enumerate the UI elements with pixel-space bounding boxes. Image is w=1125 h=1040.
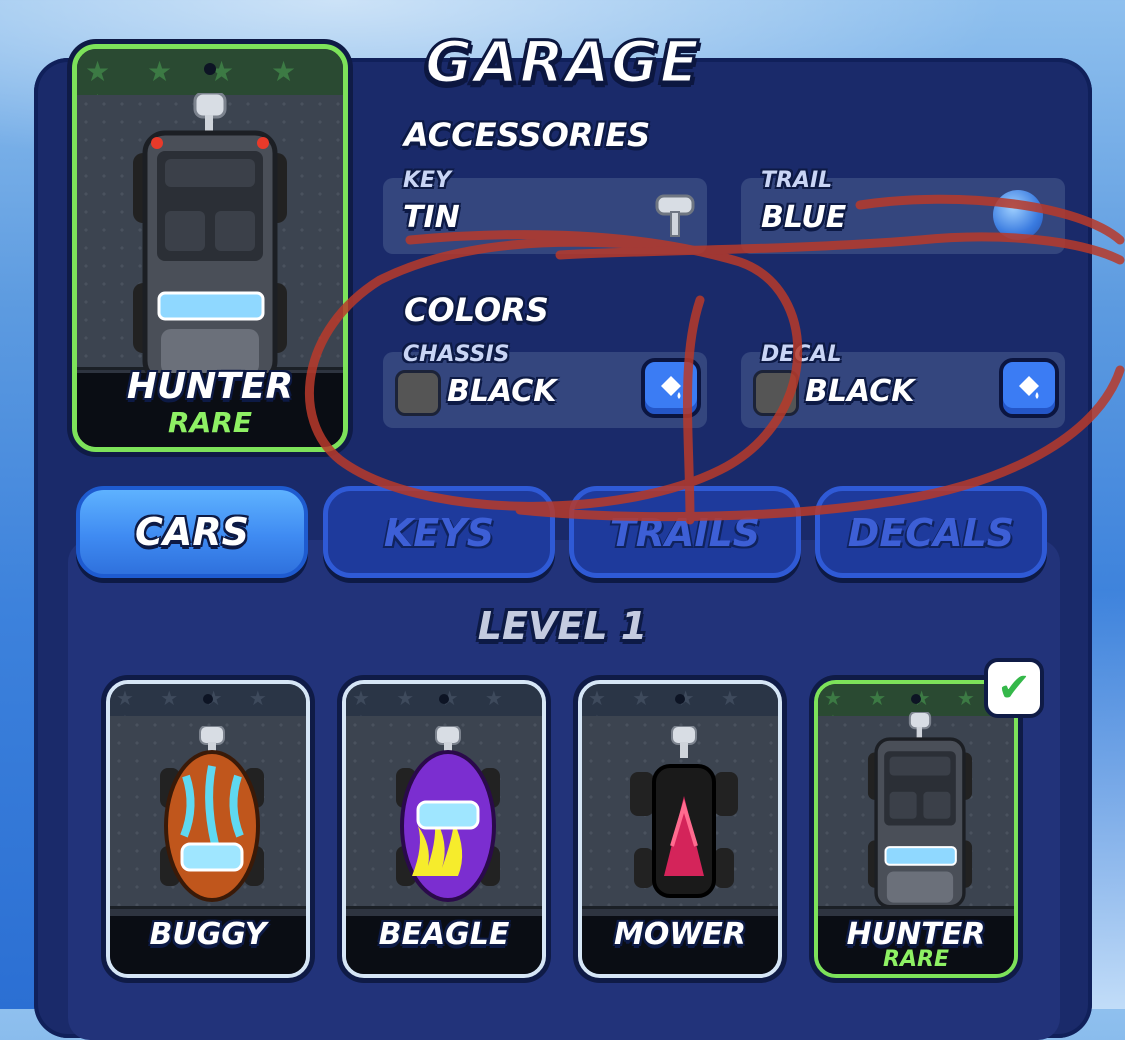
chassis-value: BLACK [447,374,557,409]
blue-blob-icon [993,190,1043,240]
card-hole [675,694,685,704]
chassis-selector[interactable]: CHASSIS BLACK [383,342,707,428]
decal-paint-button[interactable] [999,358,1059,418]
tab-trails-label: TRAILS [609,511,761,555]
key-value: TIN [403,200,460,235]
tab-trails[interactable]: TRAILS [569,486,801,578]
checkmark-icon: ✔ [984,658,1044,718]
car-name: MOWER [613,917,747,952]
level-heading: LEVEL 1 [477,604,648,648]
decal-value: BLACK [805,374,915,409]
card-hole [439,694,449,704]
mower-car-icon [630,726,738,898]
selected-car-name: HUNTER [126,366,294,407]
car-card-buggy[interactable]: ★ ★ ★ ★ ★ BUGGY [106,680,310,978]
paint-bucket-icon [1019,376,1039,399]
chassis-color-swatch [395,370,441,416]
selected-car-card: ★ ★ ★ ★ ★ HUNTER RARE [72,44,348,452]
key-selector[interactable]: KEY TIN [383,168,707,254]
paint-bucket-icon [661,376,681,399]
hunter-car-icon [133,93,287,383]
trail-selector[interactable]: TRAIL BLUE [741,168,1065,254]
accessories-heading: ACCESSORIES [404,116,651,154]
trail-value: BLUE [761,200,847,235]
car-name: BEAGLE [378,917,510,952]
card-hole [911,694,921,704]
car-name: BUGGY [149,917,267,952]
car-card-mower[interactable]: ★ ★ ★ ★ ★ MOWER [578,680,782,978]
card-hole [204,63,216,75]
decal-color-swatch [753,370,799,416]
tab-cars-label: CARS [135,510,249,554]
tab-decals[interactable]: DECALS [815,486,1047,578]
decal-label: DECAL [761,342,842,367]
car-card-beagle[interactable]: ★ ★ ★ ★ ★ BEAGLE [342,680,546,978]
car-card-hunter[interactable]: ★ ★ ★ ★ ★ HUNTER RARE [814,680,1018,978]
beagle-car-icon [396,726,500,902]
wind-up-key-icon [655,194,695,237]
trail-label: TRAIL [761,168,833,193]
decal-selector[interactable]: DECAL BLACK [741,342,1065,428]
hunter-car-icon [867,712,973,908]
colors-heading: COLORS [404,291,549,329]
chassis-label: CHASSIS [403,342,510,367]
tab-keys[interactable]: KEYS [323,486,555,578]
car-rarity: RARE [883,947,949,972]
buggy-car-icon [160,726,264,902]
card-hole [203,694,213,704]
tab-decals-label: DECALS [847,511,1015,555]
chassis-paint-button[interactable] [641,358,701,418]
key-label: KEY [403,168,452,193]
tab-keys-label: KEYS [383,511,495,555]
selected-car-rarity: RARE [168,406,252,439]
tab-cars[interactable]: CARS [76,486,308,578]
page-title: GARAGE [423,27,701,98]
